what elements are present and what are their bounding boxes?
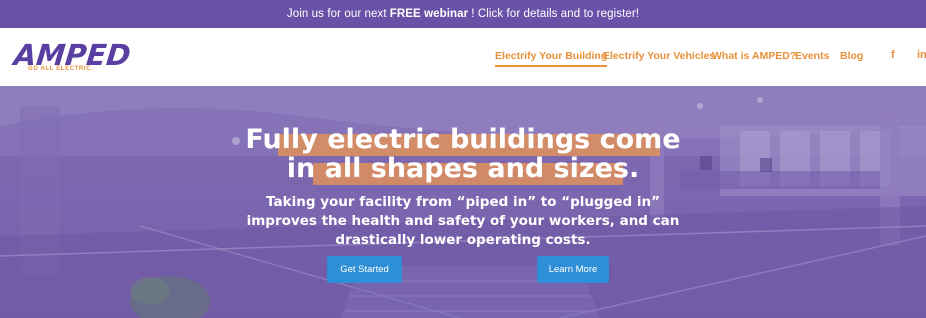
hero-subtext-line2: improves the health and safety of your w… <box>246 213 680 229</box>
announcement-webinar-highlight: FREE webinar <box>389 8 469 20</box>
hero-headline-line1: Fully electric buildings come <box>245 124 681 155</box>
announcement-text-after: ! Click for details and to register! <box>471 8 640 20</box>
nav-events[interactable]: Events <box>795 50 829 62</box>
nav-blog[interactable]: Blog <box>840 50 863 62</box>
facebook-icon[interactable]: f <box>891 49 895 61</box>
main-nav: Electrify Your Building Electrify Your V… <box>0 28 926 86</box>
hero-subtext-line3: drastically lower operating costs. <box>335 232 591 248</box>
nav-electrify-building[interactable]: Electrify Your Building <box>495 50 608 67</box>
hero-subtext-line1: Taking your facility from “piped in” to … <box>266 194 660 210</box>
hero-headline-line2: in all shapes and sizes. <box>286 153 640 184</box>
linkedin-icon[interactable]: in <box>917 49 926 61</box>
get-started-button[interactable]: Get Started <box>327 256 402 283</box>
announcement-bar[interactable]: Join us for our next FREE webinar ! Clic… <box>0 0 926 28</box>
announcement-text-before: Join us for our next <box>286 8 387 20</box>
nav-what-is-amped[interactable]: What is AMPED? <box>712 50 796 62</box>
site-header: AMPED GO ALL ELECTRIC. Electrify Your Bu… <box>0 28 926 86</box>
learn-more-button[interactable]: Learn More <box>537 256 609 283</box>
nav-electrify-vehicles[interactable]: Electrify Your Vehicles <box>603 50 715 62</box>
hero-section: Fully electric buildings come in all sha… <box>0 86 926 318</box>
